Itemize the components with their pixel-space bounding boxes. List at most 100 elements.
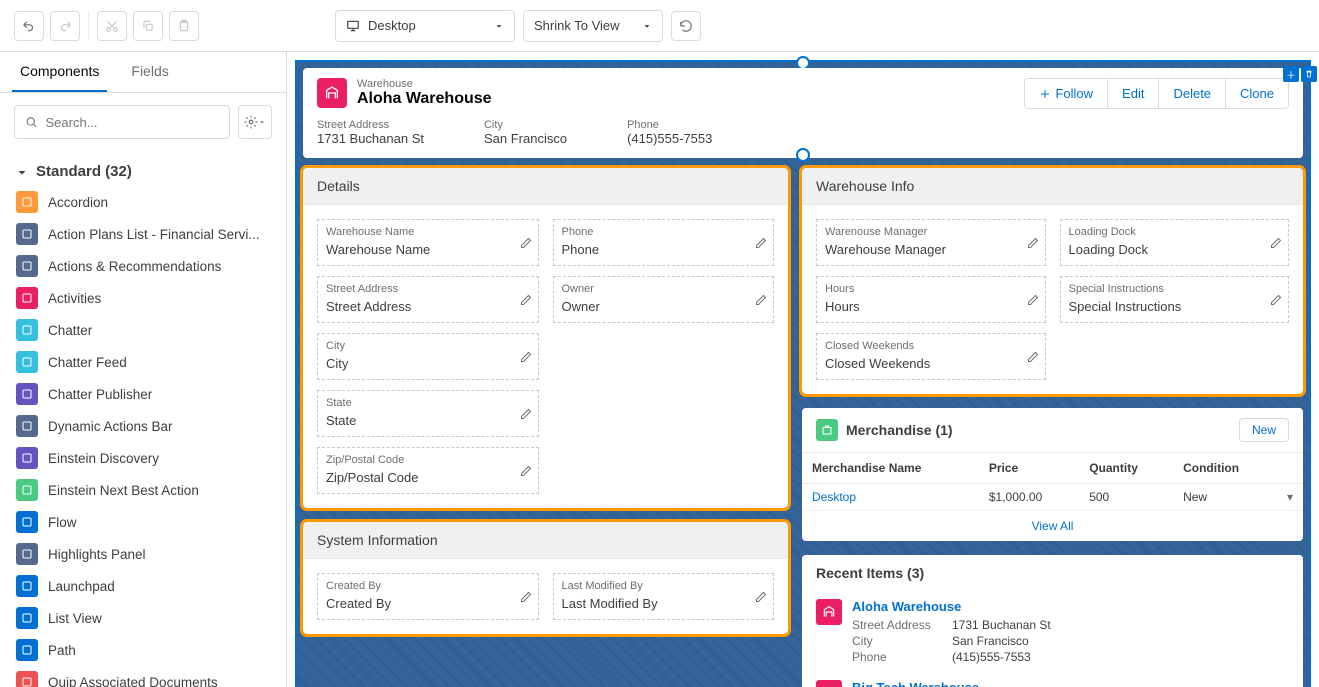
chevron-down-icon bbox=[494, 21, 504, 31]
warehouse-info-card[interactable]: Warehouse Info Warenouse ManagerWarehous… bbox=[802, 168, 1303, 394]
column-header[interactable]: Condition bbox=[1173, 453, 1277, 484]
new-button[interactable]: New bbox=[1239, 418, 1289, 442]
pencil-icon[interactable] bbox=[520, 294, 532, 306]
merchandise-card[interactable]: Merchandise (1) New Merchandise NamePric… bbox=[802, 408, 1303, 541]
pencil-icon[interactable] bbox=[1027, 294, 1039, 306]
column-header[interactable]: Merchandise Name bbox=[802, 453, 979, 484]
recent-item[interactable]: Aloha Warehouse Street Address 1731 Buchan… bbox=[802, 591, 1303, 672]
section-standard[interactable]: Standard (32) bbox=[0, 151, 286, 186]
pencil-icon[interactable] bbox=[520, 465, 532, 477]
follow-button[interactable]: Follow bbox=[1025, 79, 1108, 108]
field-box[interactable]: OwnerOwner bbox=[553, 276, 775, 323]
column-header[interactable]: Quantity bbox=[1079, 453, 1173, 484]
pencil-icon[interactable] bbox=[1027, 351, 1039, 363]
redo-button[interactable] bbox=[50, 11, 80, 41]
delete-button[interactable]: Delete bbox=[1159, 79, 1226, 108]
pencil-icon[interactable] bbox=[1270, 294, 1282, 306]
sidebar-item[interactable]: Quip Associated Documents bbox=[0, 666, 286, 687]
field-box[interactable]: Special InstructionsSpecial Instructions bbox=[1060, 276, 1290, 323]
cell-condition: New bbox=[1173, 484, 1277, 511]
component-icon bbox=[16, 671, 38, 687]
refresh-button[interactable] bbox=[671, 11, 701, 41]
pencil-icon[interactable] bbox=[520, 591, 532, 603]
edit-button[interactable]: Edit bbox=[1108, 79, 1159, 108]
field-box[interactable]: Created ByCreated By bbox=[317, 573, 539, 620]
component-icon bbox=[16, 319, 38, 341]
sidebar-item[interactable]: Action Plans List - Financial Servi... bbox=[0, 218, 286, 250]
tab-fields[interactable]: Fields bbox=[123, 52, 176, 92]
view-all-link[interactable]: View All bbox=[1032, 519, 1074, 533]
field-box[interactable]: Closed WeekendsClosed Weekends bbox=[816, 333, 1046, 380]
pencil-icon[interactable] bbox=[520, 351, 532, 363]
clone-button[interactable]: Clone bbox=[1226, 79, 1288, 108]
sidebar-item[interactable]: Einstein Next Best Action bbox=[0, 474, 286, 506]
field-box[interactable]: HoursHours bbox=[816, 276, 1046, 323]
pencil-icon[interactable] bbox=[520, 237, 532, 249]
field-box[interactable]: CityCity bbox=[317, 333, 539, 380]
pencil-icon[interactable] bbox=[755, 591, 767, 603]
sidebar-item[interactable]: Chatter Publisher bbox=[0, 378, 286, 410]
pencil-icon[interactable] bbox=[520, 408, 532, 420]
field-box[interactable]: Loading DockLoading Dock bbox=[1060, 219, 1290, 266]
field-box[interactable]: Warenouse ManagerWarehouse Manager bbox=[816, 219, 1046, 266]
sidebar-item[interactable]: Dynamic Actions Bar bbox=[0, 410, 286, 442]
sidebar-item[interactable]: Chatter Feed bbox=[0, 346, 286, 378]
copy-button[interactable] bbox=[133, 11, 163, 41]
field-value: Street Address bbox=[326, 299, 530, 314]
search-input[interactable] bbox=[46, 115, 219, 130]
sidebar-item[interactable]: Flow bbox=[0, 506, 286, 538]
sidebar-item[interactable]: List View bbox=[0, 602, 286, 634]
pencil-icon[interactable] bbox=[1270, 237, 1282, 249]
settings-button[interactable] bbox=[238, 105, 272, 139]
top-toolbar: Desktop Shrink To View bbox=[0, 0, 1319, 52]
field-label: Warenouse Manager bbox=[825, 226, 1037, 238]
field-box[interactable]: Zip/Postal CodeZip/Postal Code bbox=[317, 447, 539, 494]
field-box[interactable]: PhonePhone bbox=[553, 219, 775, 266]
component-icon bbox=[16, 351, 38, 373]
system-info-card[interactable]: System Information Created ByCreated By … bbox=[303, 522, 788, 634]
sidebar-item-label: Activities bbox=[48, 291, 101, 306]
field-value: 1731 Buchanan St bbox=[952, 618, 1289, 632]
pencil-icon[interactable] bbox=[755, 294, 767, 306]
field-value: Last Modified By bbox=[562, 596, 766, 611]
details-card[interactable]: Details Warehouse NameWarehouse NameStre… bbox=[303, 168, 788, 508]
device-select[interactable]: Desktop bbox=[335, 10, 515, 42]
add-component-icon[interactable]: ＋ bbox=[1283, 66, 1299, 82]
field-box[interactable]: StateState bbox=[317, 390, 539, 437]
sidebar-item[interactable]: Accordion bbox=[0, 186, 286, 218]
field-value: Owner bbox=[562, 299, 766, 314]
field-box[interactable]: Warehouse NameWarehouse Name bbox=[317, 219, 539, 266]
card-title: System Information bbox=[303, 522, 788, 559]
pencil-icon[interactable] bbox=[1027, 237, 1039, 249]
recent-items-card[interactable]: Recent Items (3) Aloha WarehouseStreet A… bbox=[802, 555, 1303, 687]
recent-item-name[interactable]: Aloha Warehouse bbox=[852, 599, 1289, 614]
warehouse-icon bbox=[816, 599, 842, 625]
column-header[interactable]: Price bbox=[979, 453, 1079, 484]
merchandise-link[interactable]: Desktop bbox=[812, 490, 856, 504]
sidebar-item[interactable]: Chatter bbox=[0, 314, 286, 346]
field-box[interactable]: Street AddressStreet Address bbox=[317, 276, 539, 323]
delete-component-icon[interactable] bbox=[1301, 66, 1317, 82]
tab-components[interactable]: Components bbox=[12, 52, 107, 92]
undo-button[interactable] bbox=[14, 11, 44, 41]
pencil-icon[interactable] bbox=[755, 237, 767, 249]
recent-item-name[interactable]: Big Tech Warehouse bbox=[852, 680, 1289, 687]
sidebar-item[interactable]: Einstein Discovery bbox=[0, 442, 286, 474]
paste-button[interactable] bbox=[169, 11, 199, 41]
row-menu-icon[interactable]: ▾ bbox=[1287, 490, 1293, 504]
sidebar-item-label: Action Plans List - Financial Servi... bbox=[48, 227, 260, 242]
object-label: Warehouse bbox=[357, 78, 492, 90]
sidebar-item-label: Chatter Feed bbox=[48, 355, 127, 370]
highlights-panel[interactable]: ＋ Warehouse Aloha Warehouse bbox=[303, 68, 1303, 158]
field-label: Street Address bbox=[852, 618, 942, 632]
cut-button[interactable] bbox=[97, 11, 127, 41]
component-icon bbox=[16, 575, 38, 597]
zoom-select[interactable]: Shrink To View bbox=[523, 10, 663, 42]
field-box[interactable]: Last Modified ByLast Modified By bbox=[553, 573, 775, 620]
sidebar-item[interactable]: Highlights Panel bbox=[0, 538, 286, 570]
sidebar-item[interactable]: Activities bbox=[0, 282, 286, 314]
sidebar-item[interactable]: Path bbox=[0, 634, 286, 666]
sidebar-item[interactable]: Launchpad bbox=[0, 570, 286, 602]
sidebar-item[interactable]: Actions & Recommendations bbox=[0, 250, 286, 282]
recent-item[interactable]: Big Tech Warehouse bbox=[802, 672, 1303, 687]
